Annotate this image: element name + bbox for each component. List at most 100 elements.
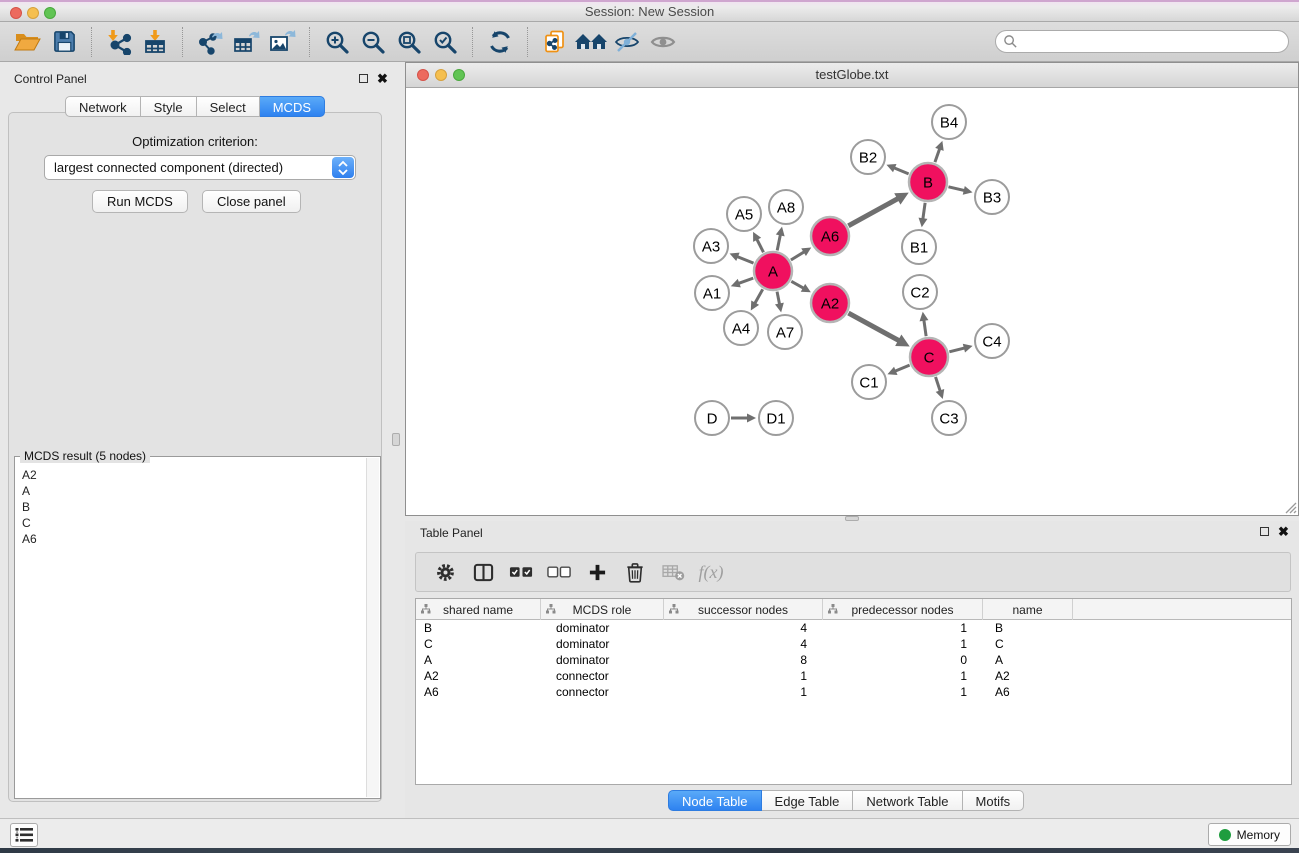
refresh-view-button[interactable] [482,25,518,59]
tab-mcds[interactable]: MCDS [260,96,325,117]
table-row[interactable]: Cdominator41C [416,636,1291,652]
split-divider-handle[interactable] [392,433,400,446]
memory-button[interactable]: Memory [1208,823,1291,846]
float-panel-icon[interactable] [359,74,368,83]
deselect-all-button[interactable] [540,555,578,589]
table-row[interactable]: Bdominator41B [416,620,1291,636]
tab-network[interactable]: Network [65,96,141,117]
graph-edge-B-B3[interactable] [948,187,965,191]
open-session-button[interactable] [10,25,46,59]
close-panel-icon[interactable]: ✖ [377,73,388,84]
graph-node-B3[interactable]: B3 [975,180,1009,214]
tab-network-table[interactable]: Network Table [853,790,962,811]
graph-edge-B-B2[interactable] [893,167,909,174]
graph-edge-A-A5[interactable] [756,238,763,252]
graph-node-A1[interactable]: A1 [695,276,729,310]
float-table-panel-icon[interactable] [1260,527,1269,536]
graph-node-C2[interactable]: C2 [903,275,937,309]
graph-edge-A-A1[interactable] [737,278,753,284]
graph-node-B[interactable]: B [909,163,947,201]
result-item[interactable]: C [19,515,364,531]
table-row[interactable]: A6connector11A6 [416,684,1291,700]
column-header-MCDS-role[interactable]: MCDS role [541,599,664,620]
zoom-network-button[interactable] [453,69,465,81]
graph-node-A8[interactable]: A8 [769,190,803,224]
graph-edge-A-A2[interactable] [791,281,804,289]
zoom-in-button[interactable] [319,25,355,59]
delete-column-button[interactable] [616,555,654,589]
graph-node-A[interactable]: A [754,252,792,290]
graph-edge-C-C3[interactable] [936,377,941,392]
export-table-button[interactable] [228,25,264,59]
table-row[interactable]: Adominator80A [416,652,1291,668]
table-row[interactable]: A2connector11A2 [416,668,1291,684]
import-network-button[interactable] [101,25,137,59]
graph-edge-C-C2[interactable] [924,319,926,336]
close-window-button[interactable] [10,7,22,19]
column-settings-button[interactable] [426,555,464,589]
zoom-out-button[interactable] [355,25,391,59]
network-canvas[interactable]: AA1A2A3A4A5A6A7A8BB1B2B3B4CC1C2C3C4DD1 [406,88,1298,515]
select-all-button[interactable] [502,555,540,589]
export-image-button[interactable] [264,25,300,59]
result-scrollbar[interactable] [366,458,379,797]
run-mcds-button[interactable]: Run MCDS [92,190,188,213]
graph-node-C3[interactable]: C3 [932,401,966,435]
vertical-split-divider[interactable] [390,62,405,818]
graph-edge-C-C4[interactable] [949,348,965,352]
search-input[interactable] [1018,34,1268,49]
search-field[interactable] [995,30,1289,53]
minimize-network-button[interactable] [435,69,447,81]
import-table-button[interactable] [137,25,173,59]
graph-node-A3[interactable]: A3 [694,229,728,263]
graph-node-C[interactable]: C [910,338,948,376]
graph-edge-C-C1[interactable] [894,365,910,372]
column-header-successor-nodes[interactable]: successor nodes [664,599,823,620]
graph-node-B4[interactable]: B4 [932,105,966,139]
optimization-criterion-dropdown[interactable]: largest connected component (directed) [44,155,356,180]
minimize-window-button[interactable] [27,7,39,19]
close-table-panel-icon[interactable]: ✖ [1278,526,1289,537]
export-network-button[interactable] [192,25,228,59]
tab-motifs[interactable]: Motifs [963,790,1025,811]
graph-edge-A-A3[interactable] [736,256,753,263]
graph-node-A2[interactable]: A2 [811,284,849,322]
graph-edge-A-A4[interactable] [754,289,763,304]
graph-edge-A-A7[interactable] [777,292,780,306]
task-history-button[interactable] [10,823,38,847]
zoom-window-button[interactable] [44,7,56,19]
show-panel-button[interactable] [645,25,681,59]
graph-edge-A6-B[interactable] [848,198,899,226]
result-item[interactable]: A [19,483,364,499]
graph-node-A7[interactable]: A7 [768,315,802,349]
graph-node-C1[interactable]: C1 [852,365,886,399]
result-item[interactable]: A2 [19,467,364,483]
result-item[interactable]: B [19,499,364,515]
graph-edge-B-B1[interactable] [923,203,925,220]
graph-node-D1[interactable]: D1 [759,401,793,435]
graph-edge-A-A6[interactable] [791,251,805,260]
hide-panel-button[interactable] [609,25,645,59]
column-header-predecessor-nodes[interactable]: predecessor nodes [823,599,983,620]
close-network-button[interactable] [417,69,429,81]
column-header-shared-name[interactable]: shared name [416,599,541,620]
tab-node-table[interactable]: Node Table [668,790,762,811]
tab-select[interactable]: Select [197,96,260,117]
graph-node-A4[interactable]: A4 [724,311,758,345]
graph-node-D[interactable]: D [695,401,729,435]
save-session-button[interactable] [46,25,82,59]
graph-node-B1[interactable]: B1 [902,230,936,264]
network-from-file-button[interactable] [537,25,573,59]
tab-edge-table[interactable]: Edge Table [762,790,854,811]
graph-node-B2[interactable]: B2 [851,140,885,174]
resize-grip[interactable] [1283,500,1297,514]
tab-style[interactable]: Style [141,96,197,117]
home-button[interactable] [573,25,609,59]
column-header-name[interactable]: name [983,599,1073,620]
format-column-button[interactable] [464,555,502,589]
result-item[interactable]: A6 [19,531,364,547]
graph-node-A5[interactable]: A5 [727,197,761,231]
graph-node-A6[interactable]: A6 [811,217,849,255]
close-panel-button[interactable]: Close panel [202,190,301,213]
graph-edge-A-A8[interactable] [777,233,780,250]
